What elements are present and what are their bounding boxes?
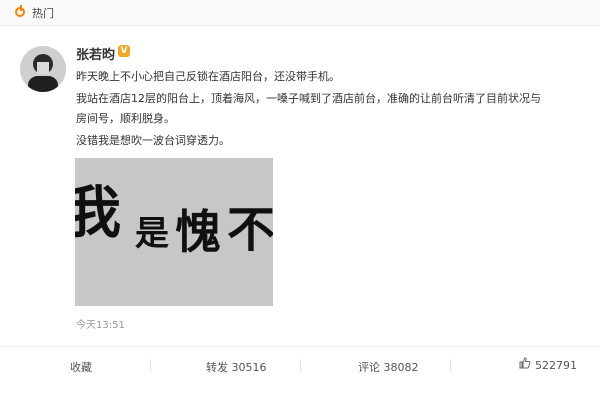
post-line-1: 昨天晚上不小心把自己反锁在酒店阳台，还没带手机。 — [76, 70, 340, 83]
action-bar: 收藏 转发 30516 评论 38082 522791 — [0, 346, 600, 382]
post-image[interactable]: 我 是 愧 不 — [75, 158, 273, 306]
image-char-1: 我 — [75, 180, 121, 246]
hot-tab-label[interactable]: 热门 — [32, 5, 54, 21]
repost-button[interactable]: 转发 30516 — [206, 359, 267, 375]
image-char-2: 是 — [135, 214, 169, 254]
thumbs-up-icon[interactable] — [519, 357, 531, 369]
author-name[interactable]: 张若昀 — [76, 44, 115, 63]
like-count[interactable]: 522791 — [535, 359, 577, 372]
image-char-3: 愧 — [175, 205, 221, 259]
fire-icon — [15, 7, 25, 17]
action-divider — [150, 359, 151, 371]
comment-button[interactable]: 评论 38082 — [358, 359, 419, 375]
action-divider — [300, 359, 301, 371]
post-line-4: 没错我是想吹一波台词穿透力。 — [76, 134, 230, 147]
avatar[interactable] — [20, 46, 66, 92]
favorite-button[interactable]: 收藏 — [70, 359, 92, 375]
top-bar: 热门 — [0, 0, 600, 26]
verified-badge-icon: V — [118, 45, 130, 57]
post-line-3: 房间号，顺利脱身。 — [76, 112, 175, 125]
action-divider — [450, 359, 451, 371]
post-line-2: 我站在酒店12层的阳台上，顶着海风，一嗓子喊到了酒店前台，准确的让前台听清了目前… — [76, 92, 541, 105]
image-char-4: 不 — [227, 202, 273, 258]
post-timestamp[interactable]: 今天13:51 — [76, 316, 125, 331]
